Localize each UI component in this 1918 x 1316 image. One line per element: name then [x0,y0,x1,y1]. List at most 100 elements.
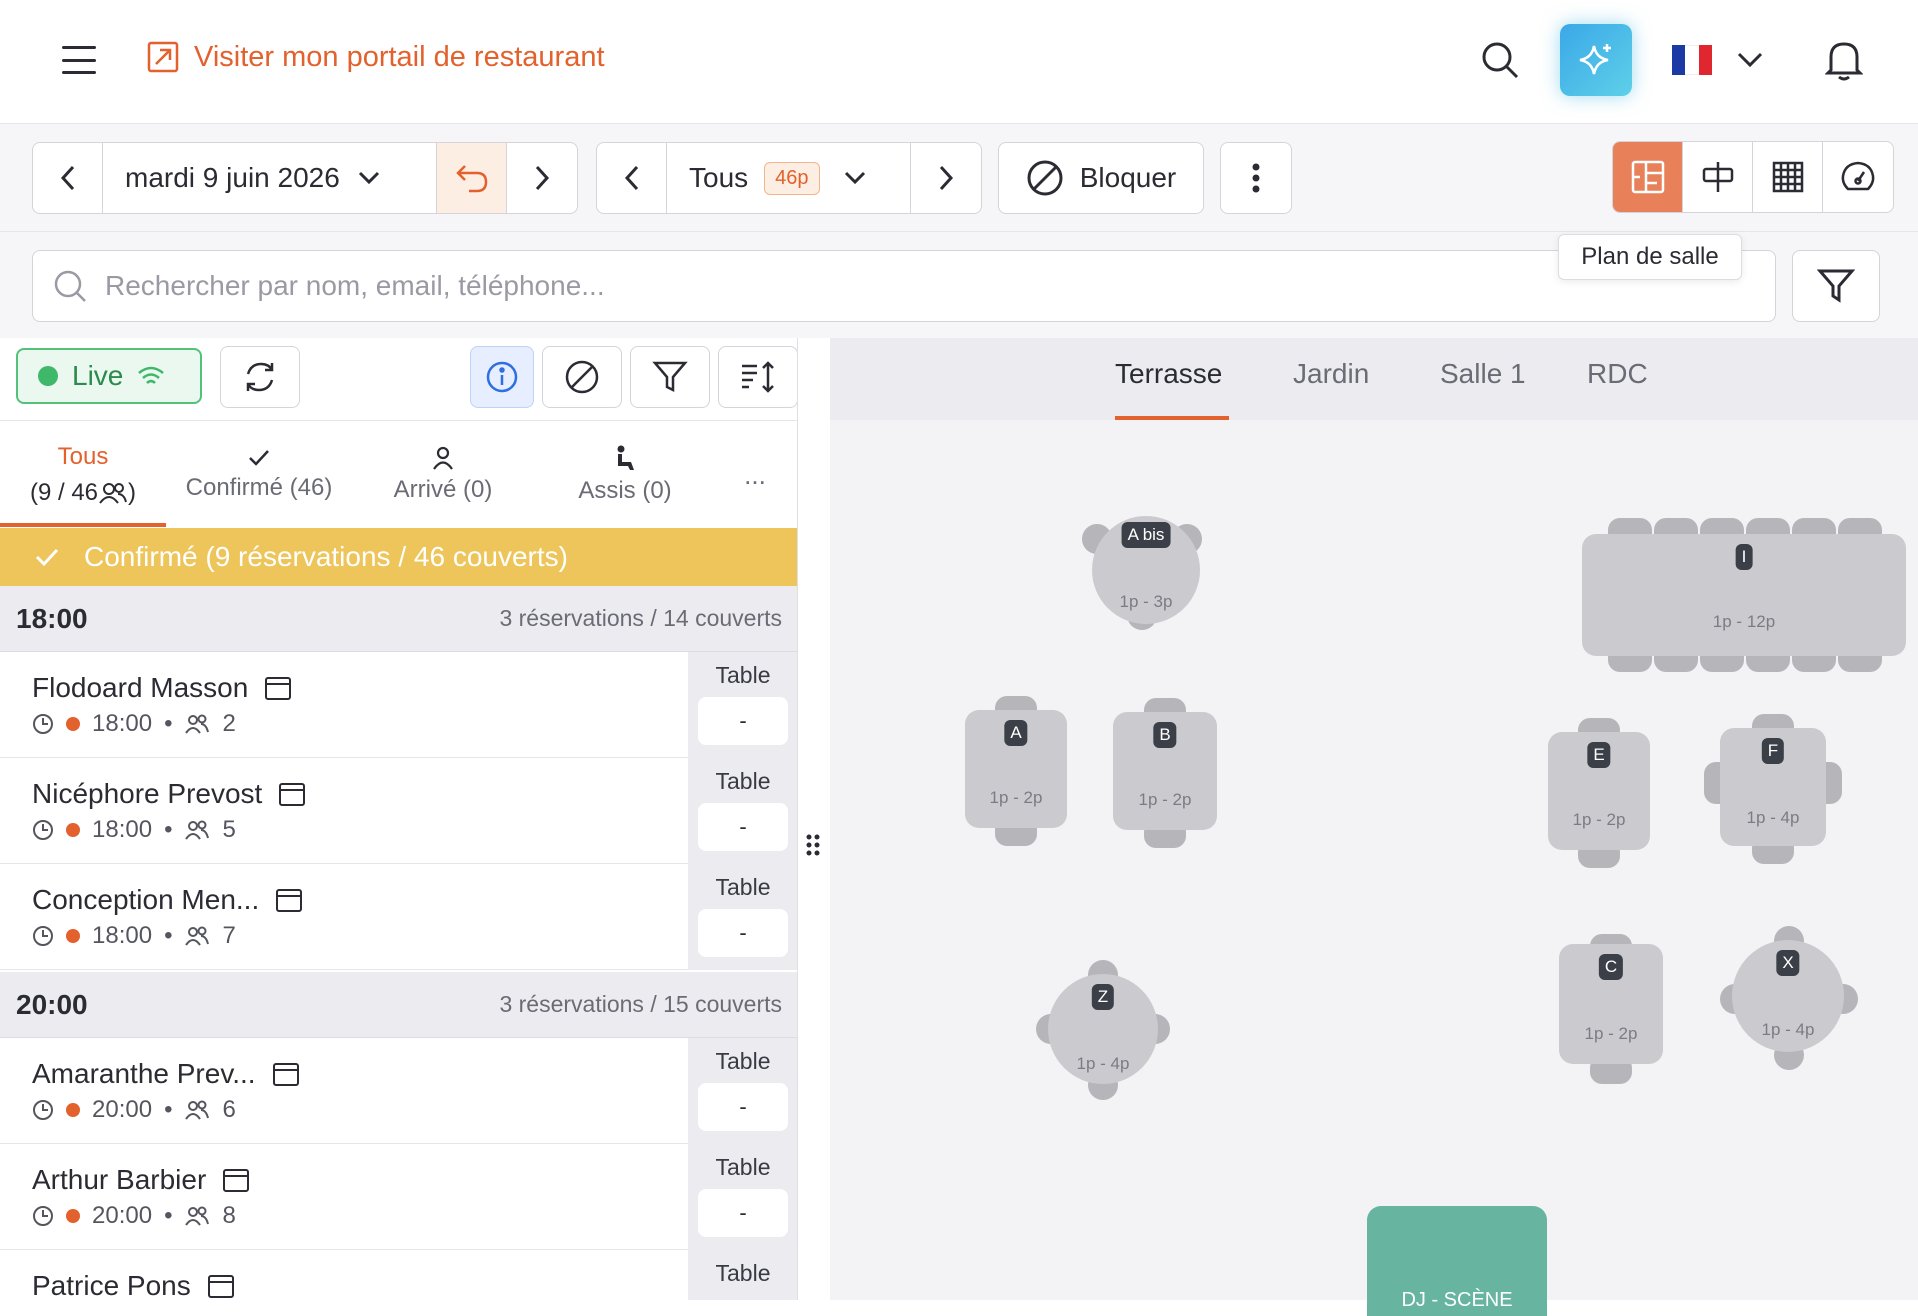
live-toggle[interactable]: Live [16,348,202,404]
table-assign-button[interactable]: - [698,909,788,957]
service-select[interactable]: Tous 46p [667,143,911,213]
panel-resize-handle[interactable] [806,834,820,861]
reservation-row[interactable]: Patrice Pons Table [0,1250,797,1300]
status-dot [66,929,80,943]
reservation-time: 20:00 [92,1202,153,1229]
guest-count: 2 [222,710,236,737]
reservation-row[interactable]: Conception Men... 18:00 • 7 Table - [0,864,797,970]
bell-icon[interactable] [1822,38,1866,82]
table-label: A [1004,720,1028,746]
tab-arrived[interactable]: Arrivé (0) [360,421,526,529]
guest-name: Arthur Barbier [32,1164,207,1195]
table-label: Table [715,1260,771,1286]
portal-link-label: Visiter mon portail de restaurant [194,40,605,73]
room-tab-rdc[interactable]: RDC [1587,358,1648,390]
today-button[interactable] [437,143,507,213]
table-capacity: 1p - 12p [1712,612,1776,631]
info-button[interactable] [470,346,534,408]
status-banner[interactable]: Confirmé (9 réservations / 46 couverts) [0,528,797,586]
grid-icon [1772,161,1803,193]
calendar-icon [223,1169,250,1192]
table-label: F [1761,738,1785,764]
live-status-dot [38,366,58,386]
table-capacity: 1p - 2p [1572,810,1626,829]
wifi-icon [138,366,165,384]
tab-seated[interactable]: Assis (0) [542,421,708,529]
prev-service-button[interactable] [597,143,667,213]
block-button[interactable]: Bloquer [998,142,1204,214]
signpost-icon [1702,162,1733,192]
next-service-button[interactable] [911,143,981,213]
info-icon [486,361,518,393]
view-tooltip: Plan de salle [1558,234,1742,280]
search-input[interactable] [105,270,1605,302]
tab-all-label: Tous [57,443,109,470]
table-capacity: 1p - 2p [1584,1024,1638,1043]
kebab-menu-icon [1252,163,1260,193]
date-select[interactable]: mardi 9 juin 2026 [103,143,437,213]
tab-all[interactable]: Tous (9 / 46 ) [0,421,166,529]
calendar-icon [279,783,306,806]
reservation-row[interactable]: Arthur Barbier 20:00 • 8 Table - [0,1144,797,1250]
menu-icon[interactable] [62,46,96,74]
people-icon [185,714,210,734]
list-filter-button[interactable] [630,346,710,408]
block-label: Bloquer [1079,162,1177,193]
more-options-button[interactable] [1220,142,1292,214]
next-day-button[interactable] [507,143,577,213]
calendar-icon [207,1275,234,1298]
room-tab-jardin[interactable]: Jardin [1293,358,1369,390]
active-room-indicator [1115,416,1229,420]
reservation-row[interactable]: Flodoard Masson 18:00 • 2 Table - [0,652,797,758]
portal-link[interactable]: Visiter mon portail de restaurant [146,40,605,74]
tab-all-count: (9 / 46 [29,479,99,506]
room-tab-terrasse[interactable]: Terrasse [1115,358,1222,390]
table-capacity: 1p - 4p [1761,1020,1815,1039]
table-label: X [1776,950,1800,976]
reservation-row[interactable]: Amaranthe Prev... 20:00 • 6 Table - [0,1038,797,1144]
search-icon[interactable] [1478,38,1522,82]
language-flag-icon[interactable] [1670,44,1714,76]
guest-name: Patrice Pons [32,1270,191,1300]
top-bar: Visiter mon portail de restaurant [0,0,1918,124]
cancelled-filter-button[interactable] [542,346,622,408]
external-link-icon [147,41,179,73]
table-assign-button[interactable]: - [698,803,788,851]
tab-seated-label: Assis (0) [578,477,672,504]
table-capacity: 1p - 4p [1746,808,1800,827]
reservation-list-panel: Live Tous (9 / 46 ) Confirmé (46) Arrivé… [0,338,798,1300]
advanced-filter-button[interactable] [1792,250,1880,322]
table-capacity: 1p - 2p [989,788,1043,807]
floor-plan-view-button[interactable] [1613,142,1683,212]
table-assign-button[interactable]: - [698,697,788,745]
status-dot [66,717,80,731]
prev-day-button[interactable] [33,143,103,213]
section-info: 3 réservations / 15 couverts [499,991,782,1017]
block-icon [1027,160,1063,196]
tab-confirmed[interactable]: Confirmé (46) [176,421,342,529]
reservation-time: 20:00 [92,1096,153,1123]
timeline-view-button[interactable] [1683,142,1753,212]
calendar-icon [276,889,303,912]
reservation-row[interactable]: Nicéphore Prevost 18:00 • 5 Table - [0,758,797,864]
tab-more[interactable]: ... [720,421,790,529]
service-label: Tous [689,162,749,193]
filter-icon [1817,269,1855,303]
sort-button[interactable] [718,346,797,408]
check-icon [35,548,59,567]
ai-assistant-button[interactable] [1560,24,1632,96]
dashboard-view-button[interactable] [1823,142,1893,212]
chevron-down-icon [358,171,379,185]
refresh-button[interactable] [220,346,300,408]
clock-icon [33,714,53,734]
chevron-down-icon[interactable] [1734,48,1766,72]
status-dot [66,1209,80,1223]
status-dot [66,1103,80,1117]
active-tab-indicator [0,523,166,527]
date-label: mardi 9 juin 2026 [125,162,340,193]
table-assign-button[interactable]: - [698,1083,788,1131]
grid-view-button[interactable] [1753,142,1823,212]
table-label: A bis [1121,522,1171,548]
table-assign-button[interactable]: - [698,1189,788,1237]
room-tab-salle-1[interactable]: Salle 1 [1440,358,1526,390]
